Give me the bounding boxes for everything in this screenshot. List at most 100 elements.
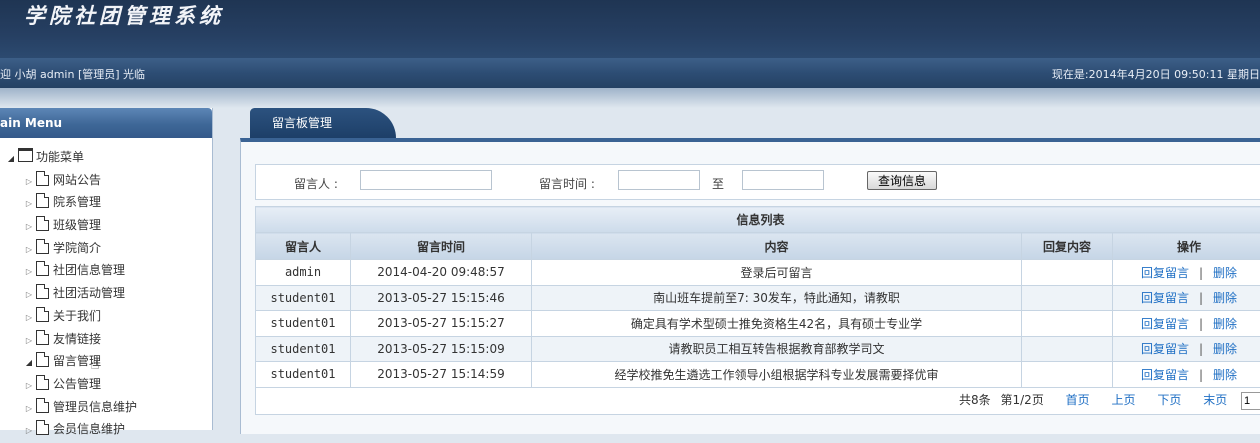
reply-link[interactable]: 回复留言 xyxy=(1141,368,1189,382)
menu-tree: ◢ 功能菜单 ▷网站公告 ▷院系管理 ▷ 班级管理 ▷ 学院简介 ▷ 社团信息管理 ▷ 社… xyxy=(0,138,212,441)
collapsed-arrow-icon[interactable]: ▷ xyxy=(22,171,36,194)
pager-last-link[interactable]: 末页 xyxy=(1203,393,1227,407)
delete-link[interactable]: 删除 xyxy=(1213,368,1237,382)
pager-next-link[interactable]: 下页 xyxy=(1157,393,1181,407)
delete-link[interactable]: 删除 xyxy=(1213,342,1237,356)
reply-link[interactable]: 回复留言 xyxy=(1141,317,1189,331)
sidebar-item-label: 学院简介 xyxy=(53,241,101,255)
page-icon xyxy=(36,352,49,367)
cell-author: student01 xyxy=(256,362,351,388)
table-row: admin 2014-04-20 09:48:57 登录后可留言 回复留言|删除 xyxy=(256,260,1260,286)
sidebar-item-label: 班级管理 xyxy=(53,218,101,232)
time-from-input[interactable] xyxy=(618,170,700,190)
sidebar-item-college-intro[interactable]: ▷ 学院简介 xyxy=(4,237,212,260)
page-icon xyxy=(36,239,49,254)
app-title: 学院社团管理系统 xyxy=(24,0,224,30)
delete-link[interactable]: 删除 xyxy=(1213,266,1237,280)
cell-author: student01 xyxy=(256,336,351,362)
cell-time: 2013-05-27 15:15:46 xyxy=(351,285,532,311)
cell-ops: 回复留言 | 删除 xyxy=(1113,311,1260,337)
collapsed-arrow-icon[interactable]: ▷ xyxy=(22,307,36,330)
tree-root-label: 功能菜单 xyxy=(36,150,84,164)
tree-root-function-menu[interactable]: ◢ 功能菜单 xyxy=(4,146,212,169)
sidebar-item-label: 关于我们 xyxy=(53,309,101,323)
delete-link[interactable]: 删除 xyxy=(1213,291,1237,305)
reply-link[interactable]: 回复留言 xyxy=(1141,291,1189,305)
collapsed-arrow-icon[interactable]: ▷ xyxy=(22,420,36,443)
sidebar-item-club-info[interactable]: ▷ 社团信息管理 xyxy=(4,259,212,282)
sidebar-item-label: 社团活动管理 xyxy=(53,286,125,300)
sidebar-item-messages[interactable]: ◢留言管理☝ xyxy=(4,350,212,373)
time-to-input[interactable] xyxy=(742,170,824,190)
cell-reply xyxy=(1022,336,1113,362)
author-input[interactable] xyxy=(360,170,492,190)
separator: | xyxy=(1199,291,1203,305)
sidebar-item-club-activities[interactable]: ▷ 社团活动管理 xyxy=(4,282,212,305)
table-caption-row: 信息列表 xyxy=(256,207,1260,233)
pager-total: 共8条 xyxy=(959,393,991,407)
sidebar-item-label: 公告管理 xyxy=(53,377,101,391)
cell-time: 2013-05-27 15:15:27 xyxy=(351,311,532,337)
search-form: 留言人 : 留言时间 : 至 查询信息 xyxy=(255,164,1260,200)
page-icon xyxy=(36,375,49,390)
sidebar-item-classes[interactable]: ▷ 班级管理 xyxy=(4,214,212,237)
header-shadow xyxy=(0,88,1260,108)
reply-link[interactable]: 回复留言 xyxy=(1141,266,1189,280)
column-header-content: 内容 xyxy=(532,233,1022,260)
column-header-ops: 操作 xyxy=(1113,233,1260,260)
content-panel: 留言人 : 留言时间 : 至 查询信息 信息列表 留言人 留言时间 内容 回复内… xyxy=(240,138,1260,434)
pager-page-info: 第1/2页 xyxy=(1001,393,1044,407)
sidebar-item-site-notice[interactable]: ▷网站公告 xyxy=(4,169,212,192)
collapsed-arrow-icon[interactable]: ▷ xyxy=(22,239,36,262)
author-label: 留言人 : xyxy=(294,175,338,192)
welcome-text: 迎 小胡 admin [管理员] 光临 xyxy=(0,66,145,82)
page-number-input[interactable] xyxy=(1241,392,1260,410)
page-icon xyxy=(36,284,49,299)
cell-reply xyxy=(1022,260,1113,286)
table-row: student01 2013-05-27 15:15:46 南山班车提前至7: … xyxy=(256,285,1260,311)
cell-time: 2013-05-27 15:15:09 xyxy=(351,336,532,362)
tab-message-board[interactable]: 留言板管理 xyxy=(250,108,396,138)
expanded-arrow-icon[interactable]: ◢ xyxy=(4,148,18,171)
collapsed-arrow-icon[interactable]: ▷ xyxy=(22,193,36,216)
sidebar-item-about-us[interactable]: ▷ 关于我们 xyxy=(4,305,212,328)
table-row: student01 2013-05-27 15:15:09 请教职员工相互转告根… xyxy=(256,336,1260,362)
pager-first-link[interactable]: 首页 xyxy=(1066,393,1090,407)
page-icon xyxy=(36,330,49,345)
reply-link[interactable]: 回复留言 xyxy=(1141,342,1189,356)
page-icon xyxy=(36,171,49,186)
cell-ops: 回复留言|删除 xyxy=(1113,260,1260,286)
cell-ops: 回复留言 | 删除 xyxy=(1113,285,1260,311)
collapsed-arrow-icon[interactable]: ▷ xyxy=(22,398,36,421)
sidebar-item-friend-links[interactable]: ▷ 友情链接 xyxy=(4,328,212,351)
table-row: student01 2013-05-27 15:14:59 经学校推免生遴选工作… xyxy=(256,362,1260,388)
cell-reply xyxy=(1022,285,1113,311)
separator: | xyxy=(1199,317,1203,331)
column-header-time: 留言时间 xyxy=(351,233,532,260)
table-caption: 信息列表 xyxy=(256,207,1260,233)
page-icon xyxy=(36,261,49,276)
sidebar-item-label: 社团信息管理 xyxy=(53,263,125,277)
sidebar-item-departments[interactable]: ▷院系管理 xyxy=(4,191,212,214)
cell-content: 确定具有学术型硕士推免资格生42名，具有硕士专业学 xyxy=(532,311,1022,337)
collapsed-arrow-icon[interactable]: ▷ xyxy=(22,261,36,284)
cell-reply xyxy=(1022,311,1113,337)
cell-time: 2013-05-27 15:14:59 xyxy=(351,362,532,388)
expanded-arrow-icon[interactable]: ◢ xyxy=(22,352,36,375)
cell-time: 2014-04-20 09:48:57 xyxy=(351,260,532,286)
collapsed-arrow-icon[interactable]: ▷ xyxy=(22,375,36,398)
sidebar-item-label: 友情链接 xyxy=(53,332,101,346)
delete-link[interactable]: 删除 xyxy=(1213,317,1237,331)
collapsed-arrow-icon[interactable]: ▷ xyxy=(22,216,36,239)
pager-prev-link[interactable]: 上页 xyxy=(1112,393,1136,407)
sidebar-item-admin-info[interactable]: ▷管理员信息维护 xyxy=(4,396,212,419)
table-row: student01 2013-05-27 15:15:27 确定具有学术型硕士推… xyxy=(256,311,1260,337)
sidebar-item-announcements[interactable]: ▷ 公告管理 xyxy=(4,373,212,396)
sidebar-item-label: 会员信息维护 xyxy=(53,422,125,436)
pager: 共8条 第1/2页 首页 上页 下页 末页 xyxy=(256,387,1260,414)
collapsed-arrow-icon[interactable]: ▷ xyxy=(22,330,36,353)
to-label: 至 xyxy=(712,175,724,192)
collapsed-arrow-icon[interactable]: ▷ xyxy=(22,284,36,307)
page-icon xyxy=(36,193,49,208)
query-button[interactable]: 查询信息 xyxy=(867,171,937,190)
